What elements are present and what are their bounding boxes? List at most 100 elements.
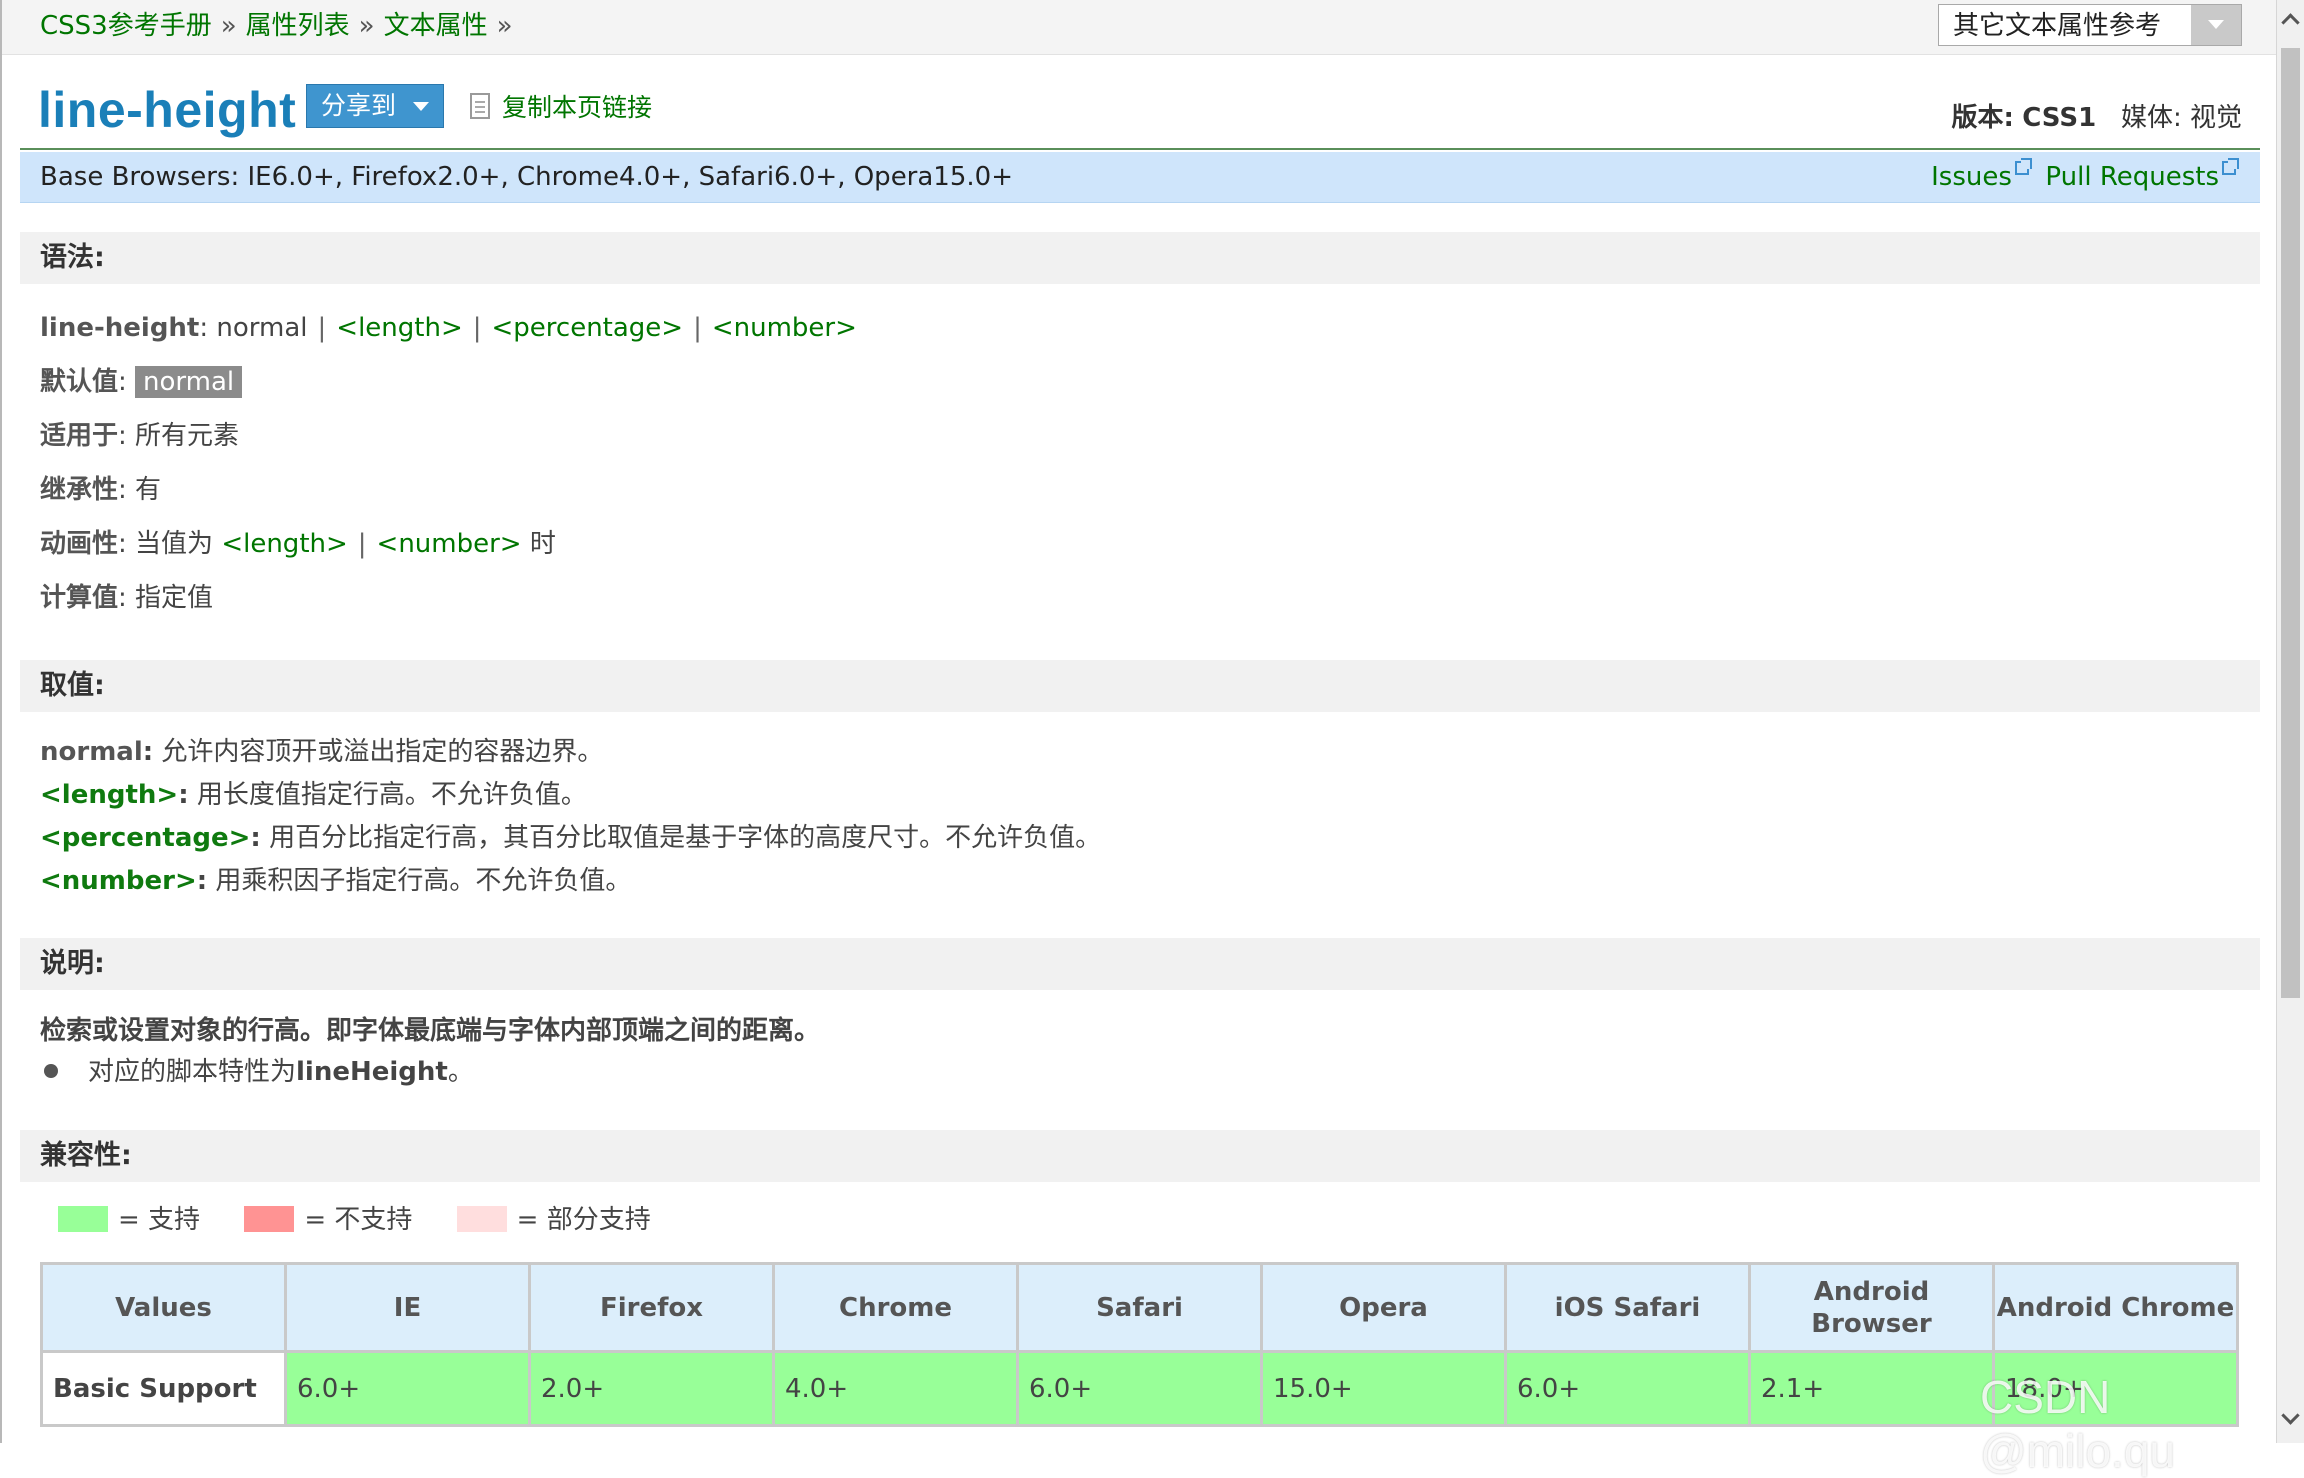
cell-opera: 15.0+ — [1260, 1350, 1507, 1427]
media-value: 视觉 — [2189, 103, 2242, 133]
inherit-label: 继承性 — [40, 475, 119, 505]
pull-requests-link[interactable]: Pull Requests — [2045, 162, 2219, 192]
value-text: 用百分比指定行高，其百分比取值是基于字体的高度尺寸。不允许负值。 — [269, 823, 1102, 853]
watermark: CSDN @milo.qu — [1980, 1371, 2175, 1477]
default-value-badge: normal — [135, 366, 243, 398]
pipe: | — [472, 313, 482, 343]
syntax-row: line-height: normal | <length> | <percentage… — [40, 310, 857, 346]
cell-ie: 6.0+ — [284, 1350, 531, 1427]
description-text: 检索或设置对象的行高。即字体最底端与字体内部顶端之间的距离。 — [40, 1016, 821, 1046]
column-header-opera: Opera — [1260, 1262, 1507, 1353]
pipe: | — [317, 313, 327, 343]
computed-value-row: 计算值: 指定值 — [40, 580, 213, 616]
value-link-number[interactable]: <number> — [712, 313, 857, 343]
cell-ios-safari: 6.0+ — [1504, 1350, 1751, 1427]
default-value-row: 默认值: normal — [40, 364, 243, 400]
top-bar: CSS3参考手册 » 属性列表 » 文本属性 » 其它文本属性参考 — [2, 0, 2276, 55]
column-header-ios-safari: iOS Safari — [1504, 1262, 1751, 1353]
repo-links: Issues Pull Requests — [1931, 158, 2239, 195]
section-header-syntax: 语法: — [20, 232, 2260, 284]
legend-label: = 不支持 — [304, 1205, 413, 1235]
breadcrumb-separator: » — [358, 11, 375, 41]
vertical-scrollbar[interactable] — [2276, 0, 2304, 1443]
value-key: <percentage> — [40, 823, 251, 853]
value-link-percentage[interactable]: <percentage> — [492, 313, 684, 343]
value-link-length[interactable]: <length> — [336, 313, 462, 343]
pipe: | — [357, 529, 367, 559]
external-link-icon — [2014, 158, 2032, 175]
legend-label: = 部分支持 — [516, 1205, 651, 1235]
title-divider — [20, 148, 2260, 150]
page-title: line-height — [38, 82, 297, 138]
default-label: 默认值 — [40, 367, 119, 397]
breadcrumb-property-list[interactable]: 属性列表 — [246, 11, 350, 41]
inherit-value: 有 — [135, 475, 162, 505]
table-row: Basic Support 6.0+ 2.0+ 4.0+ 6.0+ 15.0+ … — [40, 1350, 2239, 1427]
related-properties-select[interactable]: 其它文本属性参考 — [1938, 4, 2242, 46]
colon: : — [118, 583, 127, 613]
animation-link-length[interactable]: <length> — [221, 529, 347, 559]
version-info: 版本: CSS1 媒体: 视觉 — [1952, 100, 2242, 136]
applies-value: 所有元素 — [135, 421, 240, 451]
legend-swatch — [58, 1206, 108, 1232]
column-header-android-chrome: Android Chrome — [1992, 1262, 2239, 1353]
column-header-safari: Safari — [1016, 1262, 1263, 1353]
base-browsers-text: Base Browsers: IE6.0+, Firefox2.0+, Chro… — [40, 162, 1013, 192]
section-title: 说明: — [40, 948, 105, 979]
animation-label: 动画性 — [40, 529, 119, 559]
share-button-label: 分享到 — [321, 91, 397, 120]
column-header-android-browser: Android Browser — [1748, 1262, 1995, 1353]
animation-prefix: 当值为 — [135, 529, 214, 559]
compatibility-table: Values IE Firefox Chrome Safari Opera iO… — [40, 1262, 2239, 1427]
animation-link-number[interactable]: <number> — [377, 529, 522, 559]
value-text: 用长度值指定行高。不允许负值。 — [196, 780, 587, 810]
inherited-row: 继承性: 有 — [40, 472, 161, 508]
value-text: 允许内容顶开或溢出指定的容器边界。 — [161, 737, 604, 767]
caret-down-icon — [413, 102, 429, 111]
bullet-suffix: 。 — [447, 1057, 474, 1087]
colon: : — [118, 421, 127, 451]
scroll-down-icon[interactable] — [2277, 1399, 2304, 1443]
bullet-prefix: 对应的脚本特性为 — [88, 1057, 297, 1087]
bullet-code: lineHeight — [296, 1057, 448, 1087]
applies-to-row: 适用于: 所有元素 — [40, 418, 239, 454]
animation-suffix: 时 — [529, 529, 556, 559]
base-browsers-bar: Base Browsers: IE6.0+, Firefox2.0+, Chro… — [20, 152, 2260, 203]
column-header-firefox: Firefox — [528, 1262, 775, 1353]
column-header-chrome: Chrome — [772, 1262, 1019, 1353]
animatable-row: 动画性: 当值为 <length> | <number> 时 — [40, 526, 556, 562]
chevron-down-icon[interactable] — [2191, 5, 2241, 45]
value-key: <length> — [40, 780, 179, 810]
value-normal: normal — [216, 313, 308, 343]
legend-swatch — [456, 1206, 507, 1232]
breadcrumb-separator: » — [496, 11, 513, 41]
property-name: line-height — [40, 313, 200, 343]
breadcrumb-text-properties[interactable]: 文本属性 — [384, 11, 488, 41]
media-label: 媒体: — [2120, 103, 2182, 133]
value-item-length: <length>: 用长度值指定行高。不允许负值。 — [40, 780, 587, 810]
copy-page-link[interactable]: 复制本页链接 — [502, 91, 652, 125]
column-header-values: Values — [40, 1262, 287, 1353]
legend-swatch — [244, 1206, 295, 1232]
column-header-ie: IE — [284, 1262, 531, 1353]
value-text: 用乘积因子指定行高。不允许负值。 — [215, 866, 632, 896]
table-header-row: Values IE Firefox Chrome Safari Opera iO… — [40, 1262, 2239, 1353]
colon: : — [118, 367, 127, 397]
external-link-icon — [2222, 158, 2239, 175]
document-icon — [470, 93, 490, 119]
colon: : — [199, 313, 209, 343]
value-item-number: <number>: 用乘积因子指定行高。不允许负值。 — [40, 866, 632, 896]
section-header-description: 说明: — [20, 938, 2260, 990]
script-property-bullet: 对应的脚本特性为lineHeight。 — [44, 1054, 474, 1090]
scroll-up-icon[interactable] — [2277, 0, 2304, 44]
breadcrumb-css3-manual[interactable]: CSS3参考手册 — [40, 11, 212, 41]
colon: : — [118, 529, 127, 559]
scrollbar-thumb[interactable] — [2281, 48, 2300, 998]
computed-value: 指定值 — [135, 583, 214, 613]
issues-link[interactable]: Issues — [1931, 162, 2012, 192]
version-label: 版本: — [1951, 103, 2014, 133]
section-title: 语法: — [40, 242, 105, 273]
section-header-values: 取值: — [20, 660, 2260, 712]
share-button[interactable]: 分享到 — [306, 84, 444, 128]
compat-legend: = 支持 = 不支持 = 部分支持 — [58, 1202, 687, 1238]
